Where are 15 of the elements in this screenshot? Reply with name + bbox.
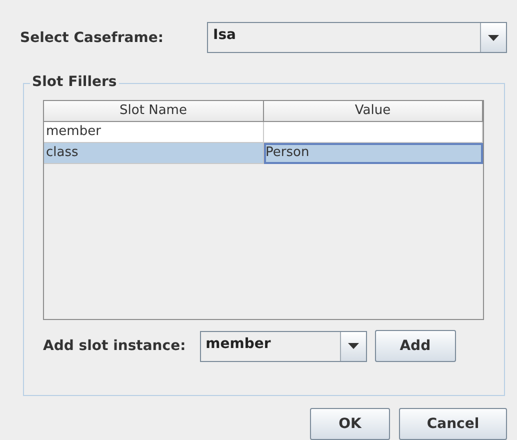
caseframe-dropdown[interactable]: Isa — [207, 22, 507, 53]
cancel-button[interactable]: Cancel — [399, 408, 507, 440]
ok-button[interactable]: OK — [310, 408, 390, 440]
table-cell[interactable]: member — [44, 122, 264, 143]
dropdown-arrow-icon — [488, 34, 499, 40]
column-header[interactable]: Slot Name — [44, 101, 264, 122]
table-cell[interactable]: Person — [264, 143, 483, 164]
dropdown-arrow-icon — [348, 343, 359, 349]
slot-instance-dropdown[interactable]: member — [200, 330, 367, 362]
caseframe-label: Select Caseframe: — [20, 30, 164, 46]
add-button[interactable]: Add — [374, 330, 456, 362]
table-cell[interactable]: class — [44, 143, 264, 164]
column-header[interactable]: Value — [264, 101, 483, 122]
table-cell[interactable] — [264, 122, 483, 143]
add-slot-label: Add slot instance: — [43, 338, 186, 354]
